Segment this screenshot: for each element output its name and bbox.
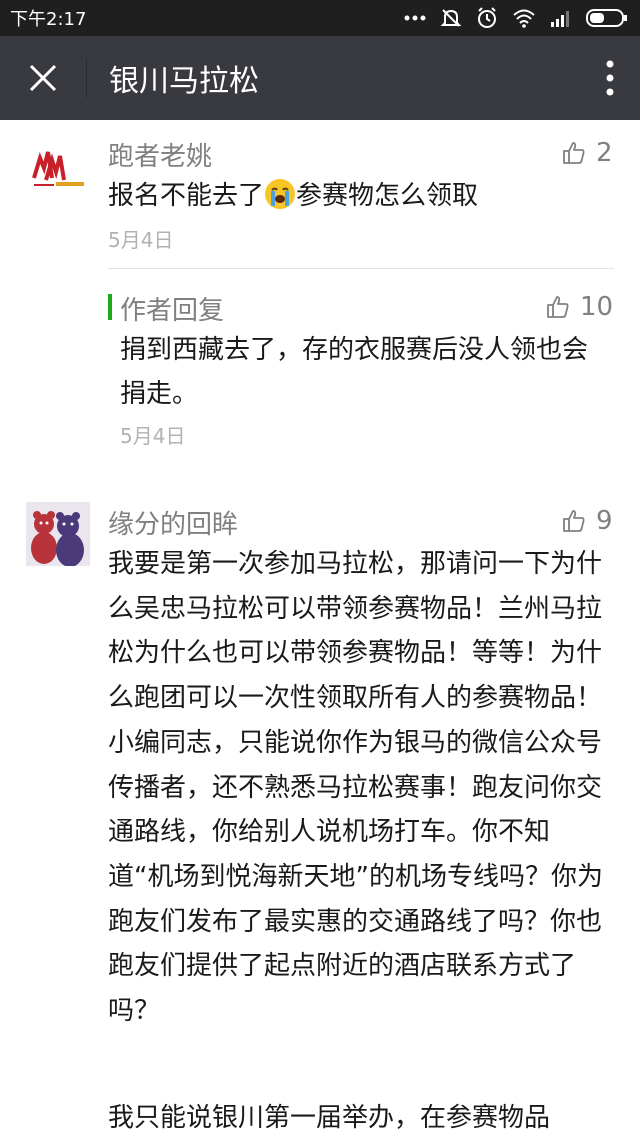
battery-icon — [586, 9, 627, 27]
mute-icon — [440, 9, 462, 27]
signal-icon — [551, 11, 569, 27]
page-title: 银川马拉松 — [109, 64, 259, 99]
status-icons — [404, 7, 628, 29]
like-count: 9 — [596, 506, 613, 536]
comment-nickname[interactable]: 跑者老姚 — [108, 136, 212, 173]
more-dots-icon — [404, 15, 426, 21]
teddy-bears-avatar — [26, 502, 90, 566]
reply-date: 5月4日 — [120, 424, 186, 448]
more-vertical-icon — [606, 60, 614, 96]
runner-logo-avatar — [26, 138, 90, 202]
avatar[interactable] — [26, 502, 90, 566]
crying-face-emoji — [265, 179, 296, 209]
status-bar: 下午2:17 — [0, 0, 640, 36]
thumbs-up-icon — [563, 142, 585, 164]
author-reply-text: 捐到西藏去了，存的衣服赛后没人领也会捐走。 — [120, 335, 589, 409]
nav-bar: 银川马拉松 — [0, 36, 640, 120]
like-count: 2 — [596, 138, 613, 168]
comment-text-continued: 我只能说银川第一届举办，在参赛物品 — [108, 1103, 551, 1133]
comment-text: 报名不能去了 参赛物怎么领取 — [108, 176, 608, 216]
close-button[interactable] — [0, 36, 86, 120]
wifi-icon — [513, 9, 535, 28]
close-icon — [29, 64, 57, 92]
reply-like-button[interactable]: 10 — [546, 292, 613, 322]
reply-accent-bar — [108, 294, 112, 320]
comment-date: 5月4日 — [108, 228, 174, 252]
more-button[interactable] — [580, 36, 640, 120]
thumbs-up-icon — [563, 510, 585, 532]
author-reply-label: 作者回复 — [120, 296, 225, 326]
alarm-icon — [478, 7, 496, 28]
like-button[interactable]: 2 — [562, 138, 613, 168]
comment-text-part: 报名不能去了 — [108, 181, 265, 211]
thumbs-up-icon — [547, 296, 569, 318]
nav-divider — [86, 58, 87, 98]
like-button[interactable]: 9 — [562, 506, 613, 536]
status-time: 下午2:17 — [10, 9, 87, 30]
comment-text-part: 参赛物怎么领取 — [296, 181, 479, 211]
comment-nickname[interactable]: 缘分的回眸 — [108, 504, 238, 541]
reply-divider — [108, 268, 614, 269]
avatar[interactable] — [26, 138, 90, 202]
comment-text: 我要是第一次参加马拉松，那请问一下为什么吴忠马拉松可以带领参赛物品！兰州马拉松为… — [108, 549, 603, 1027]
like-count: 10 — [580, 292, 614, 322]
